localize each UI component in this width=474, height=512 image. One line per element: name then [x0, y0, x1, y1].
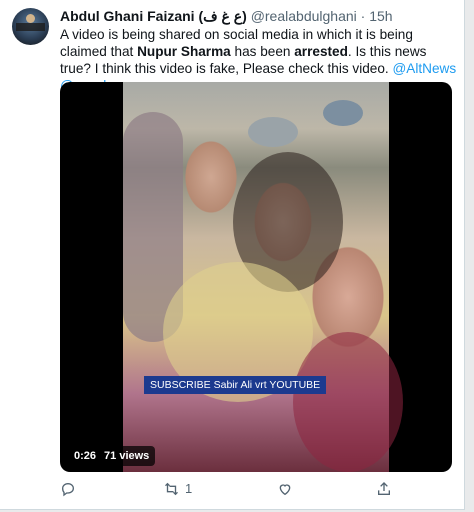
tweet-card[interactable]: Abdul Ghani Faizani (ع غ ف) @realabdulgh…: [0, 0, 465, 510]
share-button[interactable]: [376, 481, 392, 501]
reply-button[interactable]: [60, 481, 76, 501]
video-info: 0:26 71 views: [68, 446, 156, 466]
video-frame: [123, 82, 403, 472]
avatar[interactable]: [12, 8, 49, 45]
tweet-time[interactable]: 15h: [369, 8, 392, 24]
video-overlay-caption: SUBSCRIBE Sabir Ali vrt YOUTUBE: [144, 376, 327, 394]
like-button[interactable]: [277, 481, 293, 501]
video-duration: 0:26: [74, 450, 97, 462]
retweet-count: 1: [185, 481, 193, 496]
tweet-actions: 1: [60, 481, 452, 501]
avatar-banner: [16, 23, 45, 31]
video-views: 71 views: [104, 450, 150, 462]
video-scene-helmet: [248, 117, 298, 147]
tweet-text-bold: arrested: [294, 44, 348, 59]
video-scene-helmet: [323, 100, 363, 126]
tweet-header: Abdul Ghani Faizani (ع غ ف) @realabdulgh…: [60, 8, 393, 25]
author-handle[interactable]: @realabdulghani: [251, 8, 357, 24]
mention-link[interactable]: @AltNews: [392, 61, 456, 76]
tweet-text-part: has been: [230, 44, 295, 59]
reply-icon: [60, 481, 76, 497]
share-icon: [376, 481, 392, 497]
like-icon: [277, 481, 293, 497]
retweet-icon: [163, 481, 180, 497]
tweet-text-bold: Nupur Sharma: [137, 44, 231, 59]
avatar-figure: [26, 14, 35, 23]
header-separator: ·: [360, 8, 366, 24]
author-name[interactable]: Abdul Ghani Faizani (ع غ ف): [60, 8, 247, 24]
video-scene-figure: [293, 332, 403, 472]
video-player[interactable]: SUBSCRIBE Sabir Ali vrt YOUTUBE 0:26 71 v…: [60, 82, 452, 472]
